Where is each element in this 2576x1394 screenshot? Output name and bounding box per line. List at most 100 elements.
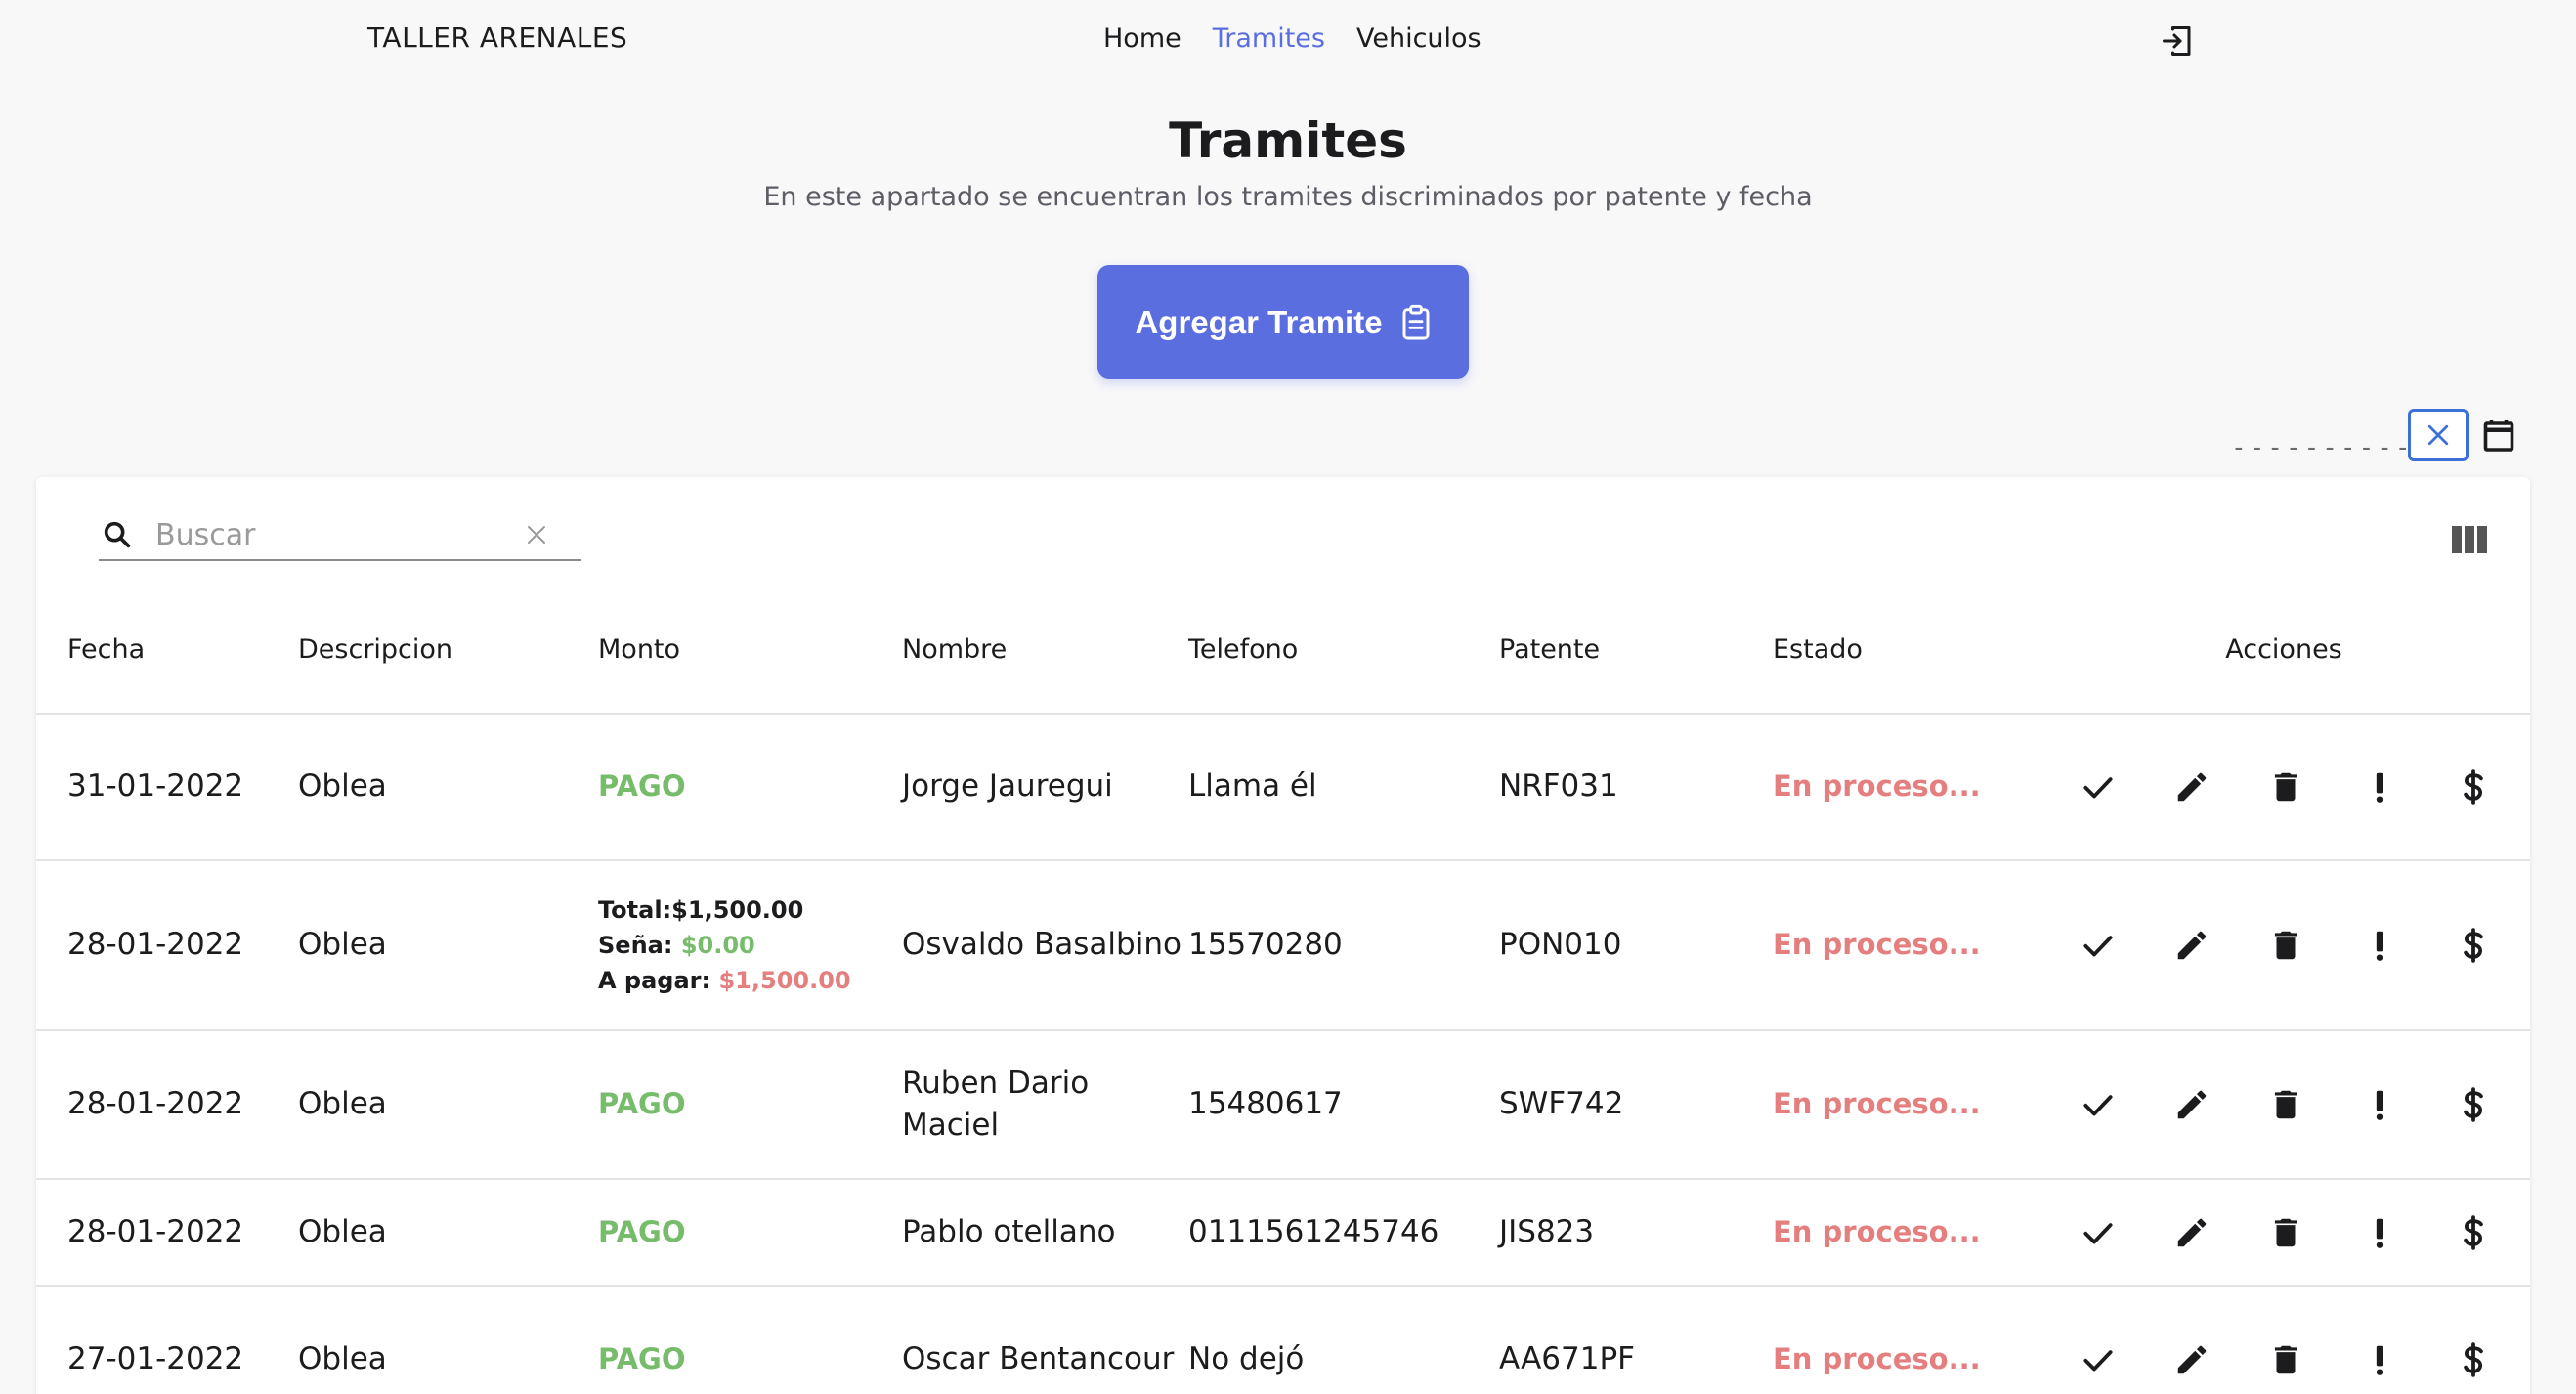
column-header-fecha[interactable]: Fecha [36,587,298,715]
calendar-icon[interactable] [2481,416,2516,454]
dollar-button[interactable] [2426,763,2520,810]
cell-telefono: 15570280 [1188,860,1499,1031]
cell-acciones [2038,860,2530,1031]
dollar-button[interactable] [2426,1081,2520,1128]
dollar-button[interactable] [2426,922,2520,969]
clear-search-icon[interactable] [525,523,548,546]
column-header-patente[interactable]: Patente [1499,587,1773,715]
edit-pencil-button[interactable] [2145,922,2239,969]
table-row: 28-01-2022 Oblea PAGO Ruben Dario Maciel… [36,1030,2530,1180]
cell-telefono: 0111561245746 [1188,1179,1499,1287]
cell-nombre: Pablo otellano [902,1179,1188,1287]
delete-trash-button[interactable] [2239,922,2333,969]
check-icon [2080,1340,2117,1379]
column-header-acciones: Acciones [2038,587,2530,715]
add-tramite-button[interactable]: Agregar Tramite [1097,265,1469,379]
check-button[interactable] [2051,763,2145,810]
cell-patente: AA671PF [1499,1286,1773,1394]
check-button[interactable] [2051,922,2145,969]
status-badge: En proceso... [1773,1342,1981,1376]
main-nav: Home Tramites Vehiculos [1103,23,1481,54]
check-icon [2080,1085,2117,1124]
delete-trash-icon [2267,1213,2304,1252]
cell-descripcion: Oblea [298,860,598,1031]
edit-pencil-button[interactable] [2145,1081,2239,1128]
search-input[interactable] [155,517,517,552]
nav-tramites[interactable]: Tramites [1213,23,1325,54]
pago-label: PAGO [598,1215,686,1249]
tramites-table: Fecha Descripcion Monto Nombre Telefono … [36,587,2530,1394]
cell-descripcion: Oblea [298,1030,598,1180]
column-header-descripcion[interactable]: Descripcion [298,587,598,715]
cell-acciones [2038,1030,2530,1180]
cell-fecha: 28-01-2022 [36,1030,298,1180]
row-actions [2038,763,2530,810]
dollar-button[interactable] [2426,1336,2520,1383]
edit-pencil-icon [2173,1213,2211,1252]
delete-trash-icon [2267,1340,2304,1379]
check-icon [2080,767,2117,806]
search-bar [99,510,581,561]
dollar-icon [2455,1085,2492,1124]
search-icon [104,521,131,548]
alert-exclamation-button[interactable] [2333,763,2426,810]
status-badge: En proceso... [1773,928,1981,962]
cell-monto: Total:$1,500.00 Seña: $0.00 A pagar: $1,… [598,860,902,1031]
monto-breakdown: Total:$1,500.00 Seña: $0.00 A pagar: $1,… [598,893,902,998]
dollar-icon [2455,1213,2492,1252]
table-row: 31-01-2022 Oblea PAGO Jorge Jauregui Lla… [36,714,2530,861]
alert-exclamation-button[interactable] [2333,922,2426,969]
cell-nombre: Ruben Dario Maciel [902,1030,1188,1180]
cell-monto: PAGO [598,1030,902,1180]
total-label: Total: [598,896,672,924]
dollar-button[interactable] [2426,1209,2520,1256]
alert-exclamation-button[interactable] [2333,1081,2426,1128]
check-button[interactable] [2051,1209,2145,1256]
cell-nombre: Oscar Bentancour [902,1286,1188,1394]
cell-fecha: 28-01-2022 [36,860,298,1031]
cell-acciones [2038,1286,2530,1394]
delete-trash-button[interactable] [2239,763,2333,810]
apagar-value: $1,500.00 [718,967,851,994]
delete-trash-button[interactable] [2239,1209,2333,1256]
cell-fecha: 27-01-2022 [36,1286,298,1394]
pago-label: PAGO [598,1087,686,1121]
edit-pencil-button[interactable] [2145,1336,2239,1383]
page-subtitle: En este apartado se encuentran los trami… [763,182,1813,212]
alert-exclamation-icon [2361,1340,2398,1379]
cell-estado: En proceso... [1773,860,2038,1031]
delete-trash-button[interactable] [2239,1081,2333,1128]
table-row: 28-01-2022 Oblea Total:$1,500.00 Seña: $… [36,860,2530,1031]
alert-exclamation-button[interactable] [2333,1336,2426,1383]
cell-acciones [2038,714,2530,861]
status-badge: En proceso... [1773,1087,1981,1121]
column-header-estado[interactable]: Estado [1773,587,2038,715]
cell-monto: PAGO [598,714,902,861]
nav-vehiculos[interactable]: Vehiculos [1356,23,1481,54]
cell-descripcion: Oblea [298,1179,598,1287]
check-button[interactable] [2051,1336,2145,1383]
cell-descripcion: Oblea [298,714,598,861]
column-header-nombre[interactable]: Nombre [902,587,1188,715]
add-tramite-label: Agregar Tramite [1135,303,1383,340]
edit-pencil-button[interactable] [2145,763,2239,810]
logout-icon[interactable] [2160,22,2195,61]
view-columns-icon[interactable] [2452,526,2487,553]
cell-monto: PAGO [598,1179,902,1287]
edit-pencil-button[interactable] [2145,1209,2239,1256]
cell-telefono: No dejó [1188,1286,1499,1394]
date-range-placeholder[interactable]: ---------- [2231,433,2414,462]
table-header-row: Fecha Descripcion Monto Nombre Telefono … [36,587,2530,715]
nav-home[interactable]: Home [1103,23,1181,54]
cell-telefono: 15480617 [1188,1030,1499,1180]
tramites-table-card: Fecha Descripcion Monto Nombre Telefono … [36,477,2530,1394]
clear-date-button[interactable] [2408,409,2469,461]
cell-descripcion: Oblea [298,1286,598,1394]
column-header-telefono[interactable]: Telefono [1188,587,1499,715]
column-header-monto[interactable]: Monto [598,587,902,715]
check-button[interactable] [2051,1081,2145,1128]
delete-trash-button[interactable] [2239,1336,2333,1383]
alert-exclamation-button[interactable] [2333,1209,2426,1256]
cell-patente: PON010 [1499,860,1773,1031]
table-row: 27-01-2022 Oblea PAGO Oscar Bentancour N… [36,1286,2530,1394]
